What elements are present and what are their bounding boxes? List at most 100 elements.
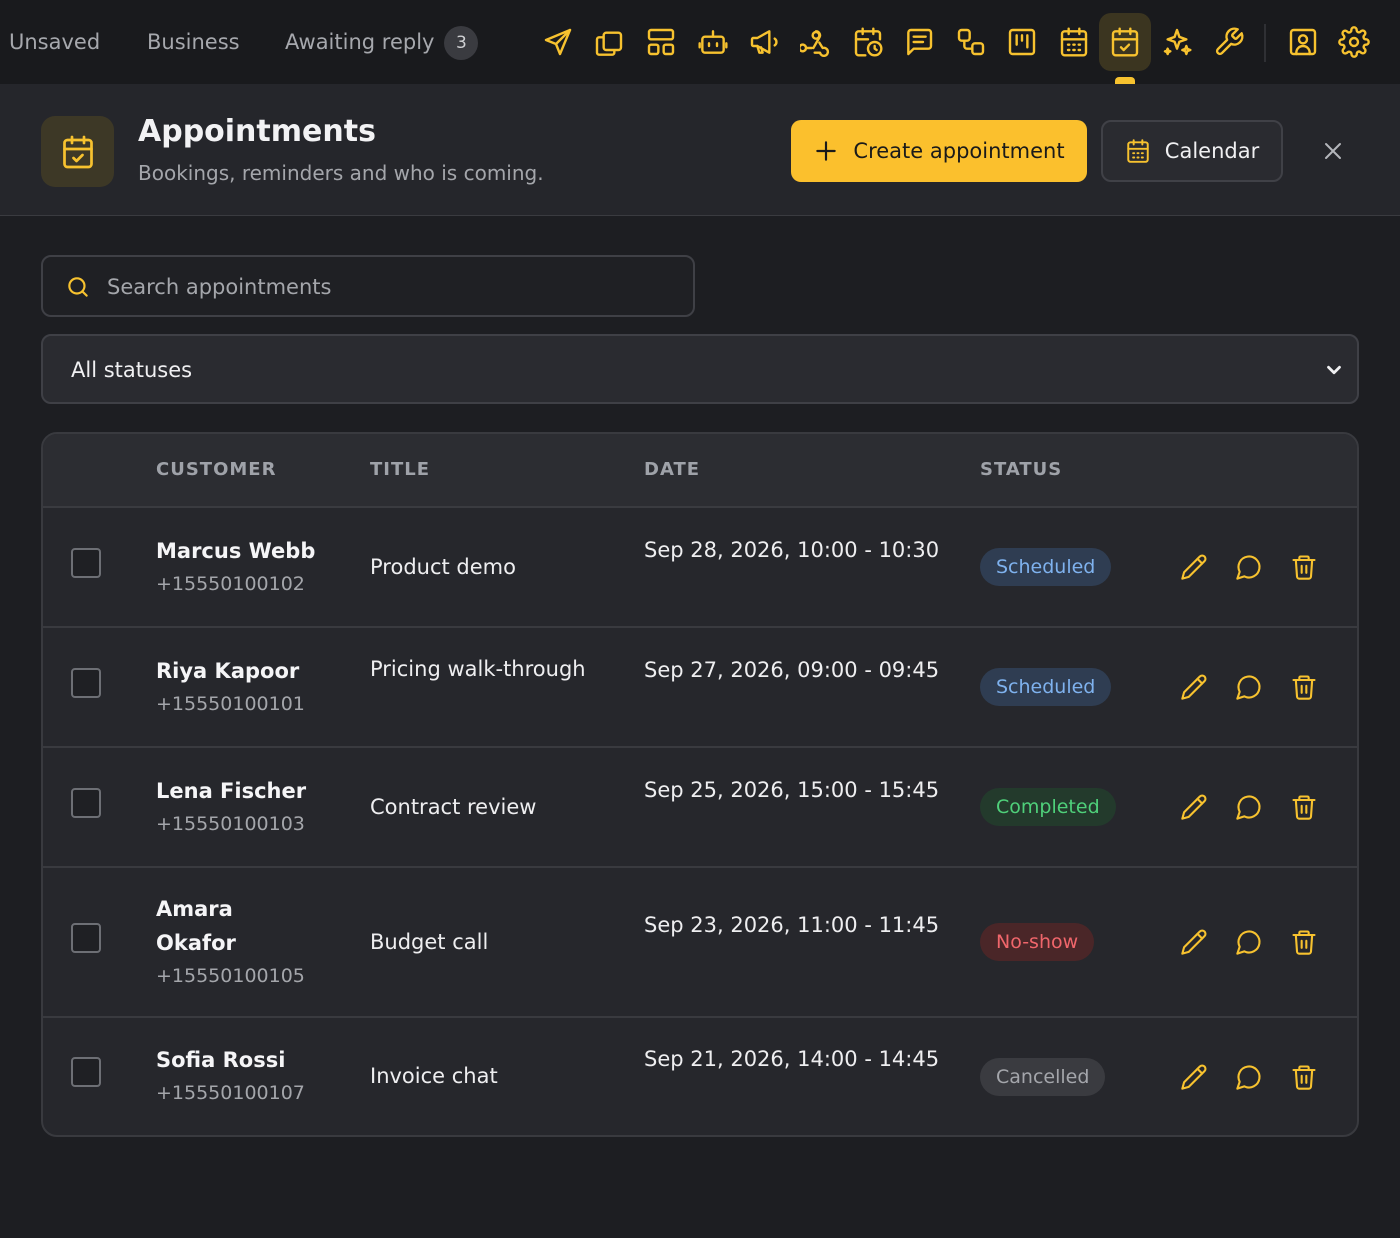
customer-cell: Riya Kapoor +15550100101 xyxy=(156,654,356,720)
appointment-title: Product demo xyxy=(370,555,516,579)
row-checkbox[interactable] xyxy=(71,548,101,578)
workflow-icon[interactable] xyxy=(953,24,989,60)
tab-awaiting-reply-label: Awaiting reply xyxy=(285,30,435,54)
tab-business[interactable]: Business xyxy=(147,26,240,58)
message-button[interactable] xyxy=(1231,1059,1267,1095)
status-badge: Cancelled xyxy=(980,1058,1106,1096)
column-header-customer[interactable]: CUSTOMER xyxy=(156,456,276,484)
page-title: Appointments xyxy=(138,114,376,149)
create-appointment-button[interactable]: Create appointment xyxy=(791,120,1087,182)
trash-icon xyxy=(1292,675,1316,700)
appointment-title: Budget call xyxy=(370,930,489,954)
edit-button[interactable] xyxy=(1176,669,1212,705)
calendar-grid-icon[interactable] xyxy=(1056,24,1092,60)
send-icon[interactable] xyxy=(540,24,576,60)
edit-button[interactable] xyxy=(1176,924,1212,960)
calendar-icon xyxy=(1127,139,1149,163)
pencil-icon xyxy=(1181,794,1207,820)
row-checkbox[interactable] xyxy=(71,923,101,953)
search-box xyxy=(41,255,695,317)
customer-cell: Marcus Webb +15550100102 xyxy=(156,534,356,600)
close-button[interactable] xyxy=(1314,132,1352,170)
column-header-status[interactable]: STATUS xyxy=(980,456,1062,484)
page-subtitle: Bookings, reminders and who is coming. xyxy=(138,161,544,185)
customer-cell: Sofia Rossi +15550100107 xyxy=(156,1043,356,1109)
calendar-check-icon[interactable] xyxy=(1107,24,1143,60)
active-icon-indicator xyxy=(1115,77,1135,84)
customer-phone: +15550100102 xyxy=(156,573,305,595)
message-circle-icon xyxy=(1236,555,1261,580)
delete-button[interactable] xyxy=(1286,789,1322,825)
calendar-button[interactable]: Calendar xyxy=(1101,120,1283,182)
row-checkbox[interactable] xyxy=(71,1057,101,1087)
top-bar: Unsaved Business Awaiting reply 3 xyxy=(0,0,1400,84)
pencil-icon xyxy=(1181,929,1207,955)
copy-icon[interactable] xyxy=(591,24,627,60)
delete-button[interactable] xyxy=(1286,549,1322,585)
search-icon xyxy=(68,277,88,297)
delete-button[interactable] xyxy=(1286,1059,1322,1095)
trash-icon xyxy=(1292,795,1316,820)
status-badge: Scheduled xyxy=(980,668,1112,706)
tab-unsaved[interactable]: Unsaved xyxy=(9,26,100,58)
column-header-date[interactable]: DATE xyxy=(644,456,700,484)
calendar-clock-icon[interactable] xyxy=(850,24,886,60)
status-filter-value: All statuses xyxy=(71,358,193,382)
customer-name: Marcus Webb xyxy=(156,539,316,563)
kanban-icon[interactable] xyxy=(1004,24,1040,60)
table-row: Amara Okafor +15550100105 Budget call Se… xyxy=(43,868,1357,1018)
appointment-date: Sep 27, 2026, 09:00 - 09:45 xyxy=(644,658,940,682)
create-appointment-label: Create appointment xyxy=(853,139,1065,163)
tab-count-badge: 3 xyxy=(444,26,479,60)
trash-icon xyxy=(1292,555,1316,580)
appointments-calendar-icon xyxy=(41,116,114,187)
sparkles-icon[interactable] xyxy=(1159,24,1195,60)
appointment-date: Sep 28, 2026, 10:00 - 10:30 xyxy=(644,538,940,562)
calendar-button-label: Calendar xyxy=(1164,139,1260,163)
table-row: Riya Kapoor +15550100101 Pricing walk-th… xyxy=(43,628,1357,748)
pencil-icon xyxy=(1181,554,1207,580)
appointment-date: Sep 21, 2026, 14:00 - 14:45 xyxy=(644,1047,940,1071)
appointment-title: Invoice chat xyxy=(370,1064,498,1088)
customer-name: Lena Fischer xyxy=(156,779,307,803)
row-checkbox[interactable] xyxy=(71,788,101,818)
webhook-icon[interactable] xyxy=(798,24,834,60)
message-circle-icon xyxy=(1236,1065,1261,1090)
delete-button[interactable] xyxy=(1286,669,1322,705)
appointment-title: Contract review xyxy=(370,795,537,819)
customer-name: Riya Kapoor xyxy=(156,659,300,683)
message-square-icon[interactable] xyxy=(901,24,937,60)
tab-awaiting-reply[interactable]: Awaiting reply 3 xyxy=(285,26,479,60)
edit-button[interactable] xyxy=(1176,549,1212,585)
appointments-table: CUSTOMER TITLE DATE STATUS Marcus Webb +… xyxy=(41,432,1359,1137)
megaphone-icon[interactable] xyxy=(746,24,782,60)
appointment-date: Sep 23, 2026, 11:00 - 11:45 xyxy=(644,913,940,937)
topbar-divider xyxy=(1264,24,1266,62)
message-button[interactable] xyxy=(1231,924,1267,960)
status-filter-select[interactable]: All statuses xyxy=(41,334,1359,404)
contact-icon[interactable] xyxy=(1285,24,1321,60)
appointment-date: Sep 25, 2026, 15:00 - 15:45 xyxy=(644,778,940,802)
message-button[interactable] xyxy=(1231,669,1267,705)
column-header-title[interactable]: TITLE xyxy=(370,456,430,484)
table-header: CUSTOMER TITLE DATE STATUS xyxy=(43,434,1357,508)
message-circle-icon xyxy=(1236,795,1261,820)
table-row: Sofia Rossi +15550100107 Invoice chat Se… xyxy=(43,1018,1357,1135)
customer-name: Amara Okafor xyxy=(156,897,236,955)
bot-icon[interactable] xyxy=(695,24,731,60)
edit-button[interactable] xyxy=(1176,789,1212,825)
row-checkbox[interactable] xyxy=(71,668,101,698)
edit-button[interactable] xyxy=(1176,1059,1212,1095)
layout-icon[interactable] xyxy=(643,24,679,60)
customer-phone: +15550100103 xyxy=(156,813,305,835)
message-button[interactable] xyxy=(1231,549,1267,585)
wrench-icon[interactable] xyxy=(1211,24,1247,60)
status-badge: Scheduled xyxy=(980,548,1112,586)
search-input[interactable] xyxy=(107,265,677,309)
delete-button[interactable] xyxy=(1286,924,1322,960)
table-row: Lena Fischer +15550100103 Contract revie… xyxy=(43,748,1357,868)
message-button[interactable] xyxy=(1231,789,1267,825)
settings-icon[interactable] xyxy=(1336,24,1372,60)
trash-icon xyxy=(1292,1065,1316,1090)
customer-phone: +15550100107 xyxy=(156,1082,305,1104)
